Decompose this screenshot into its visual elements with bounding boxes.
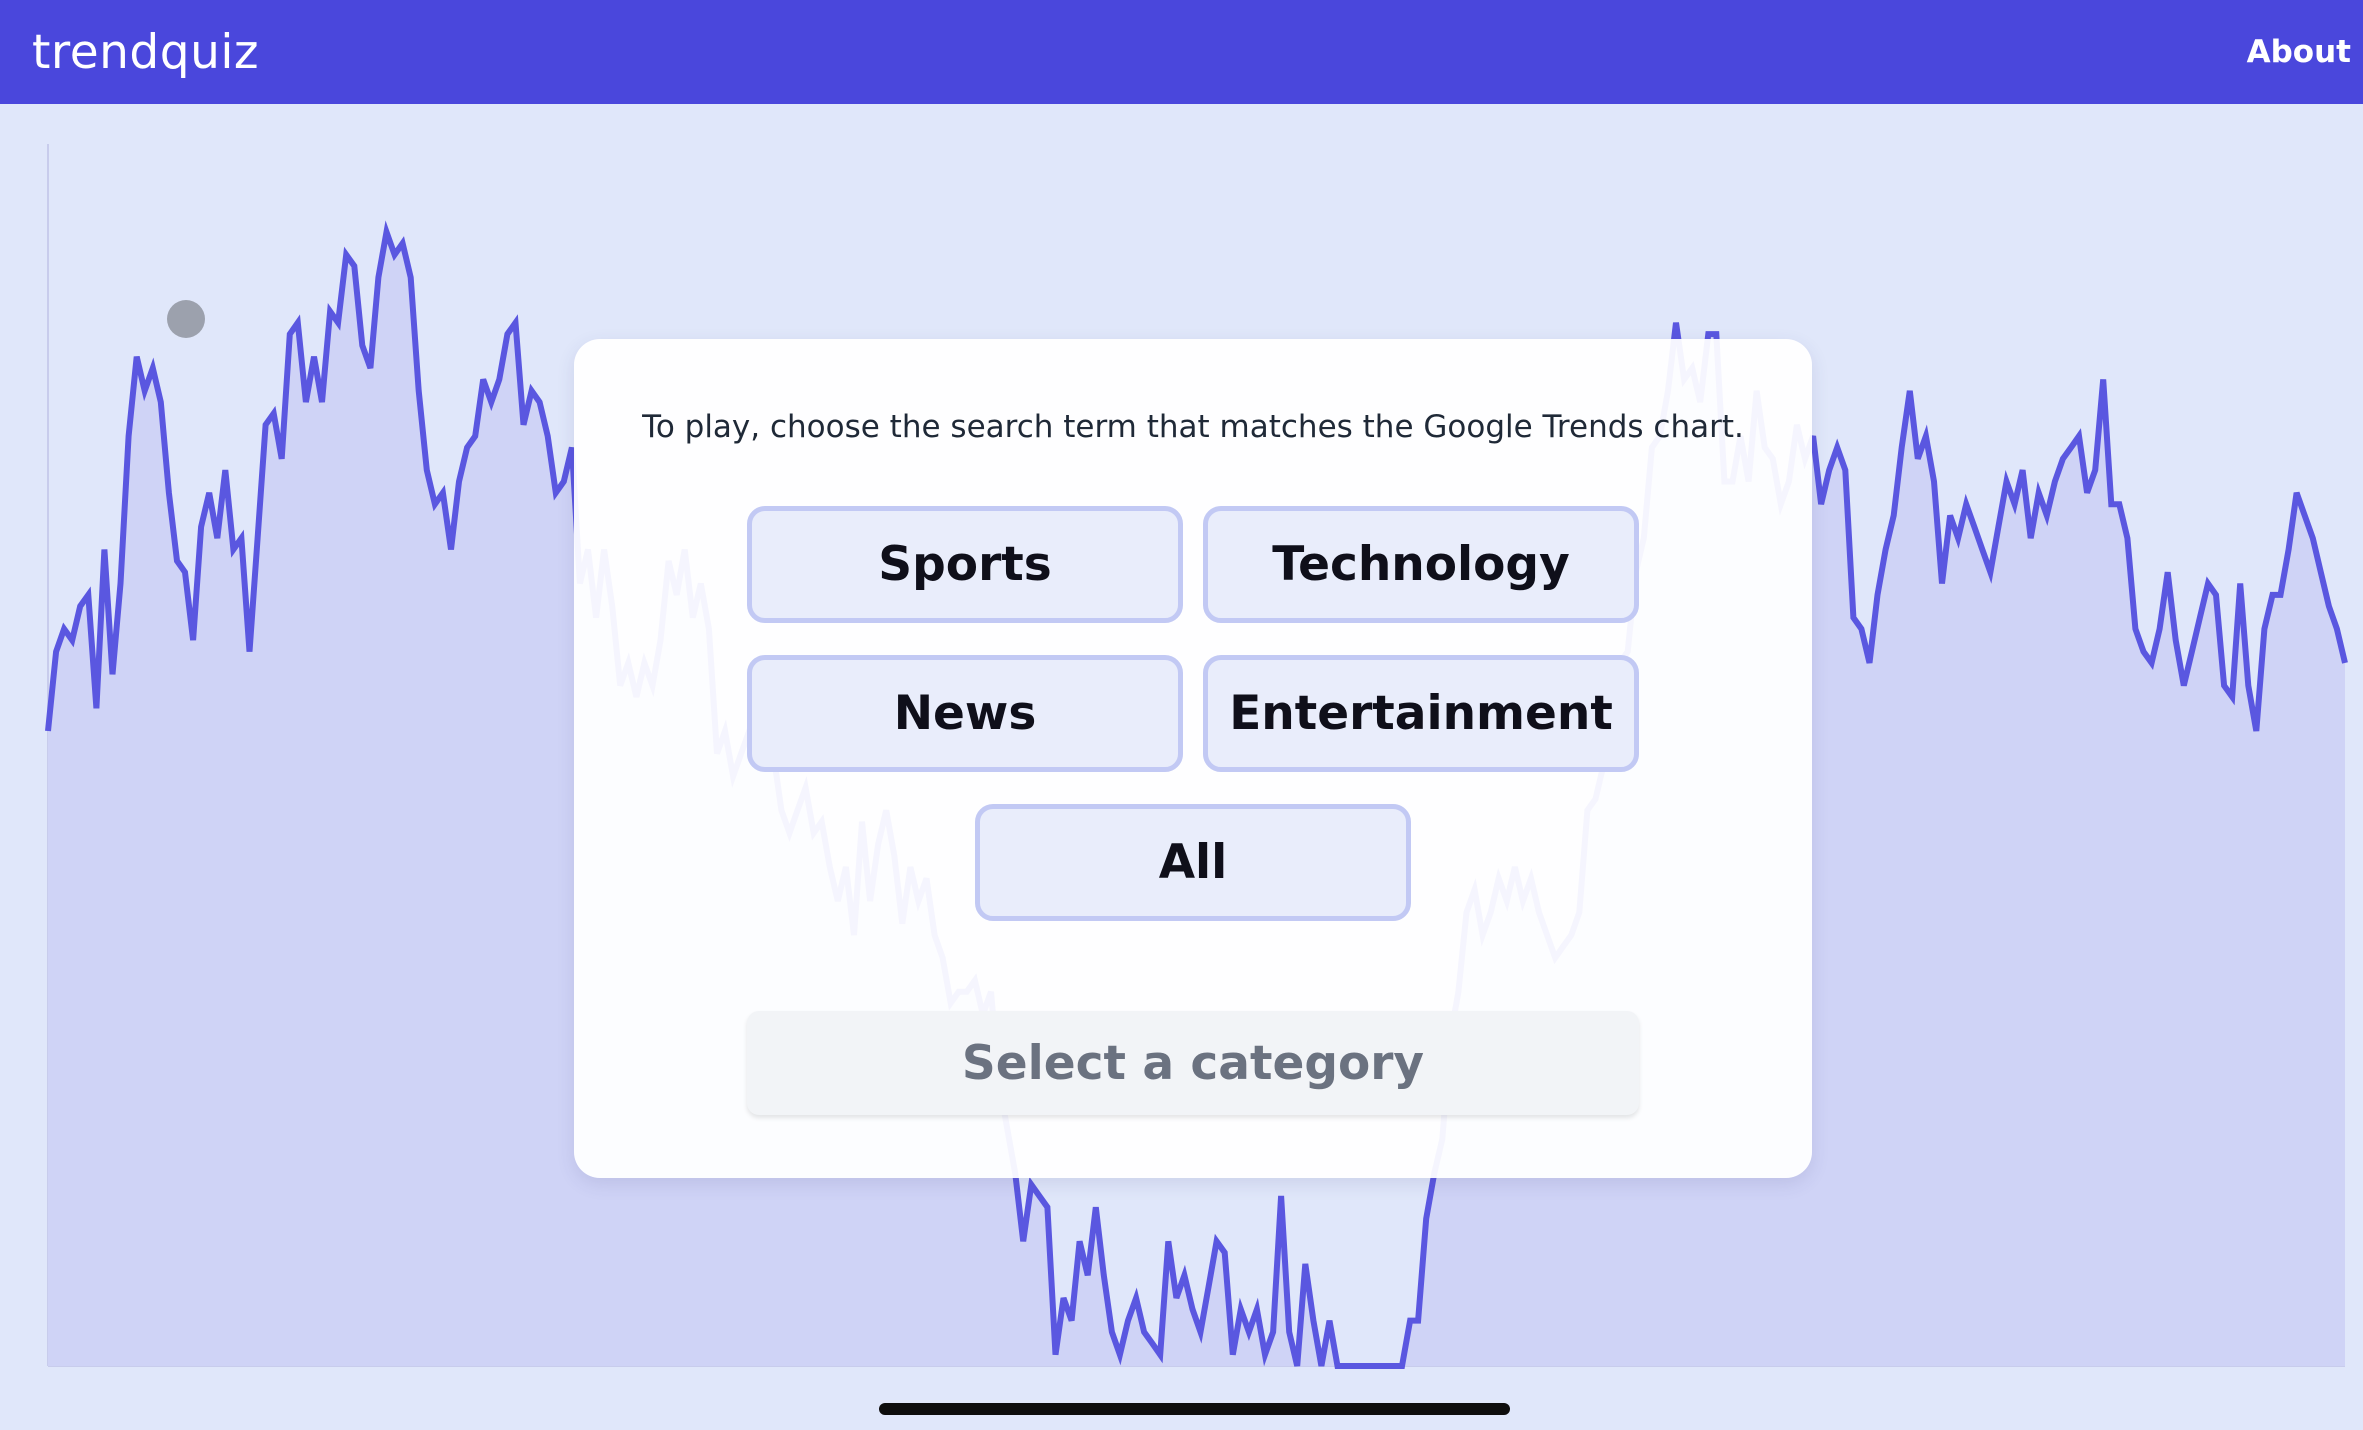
category-button-all[interactable]: All (975, 804, 1411, 921)
home-indicator (879, 1403, 1510, 1415)
brand-logo[interactable]: trendquiz (32, 25, 259, 80)
about-link[interactable]: About (2247, 34, 2351, 70)
category-button-news[interactable]: News (747, 655, 1183, 772)
category-button-sports[interactable]: Sports (747, 506, 1183, 623)
page: trendquiz About To play, choose the sear… (0, 0, 2363, 1430)
quiz-modal: To play, choose the search term that mat… (574, 339, 1812, 1178)
submit-button[interactable]: Select a category (747, 1011, 1639, 1115)
status-dot (167, 300, 205, 338)
instructions-text: To play, choose the search term that mat… (642, 409, 1744, 445)
navbar: trendquiz About (0, 0, 2363, 104)
category-button-entertainment[interactable]: Entertainment (1203, 655, 1639, 772)
category-button-technology[interactable]: Technology (1203, 506, 1639, 623)
